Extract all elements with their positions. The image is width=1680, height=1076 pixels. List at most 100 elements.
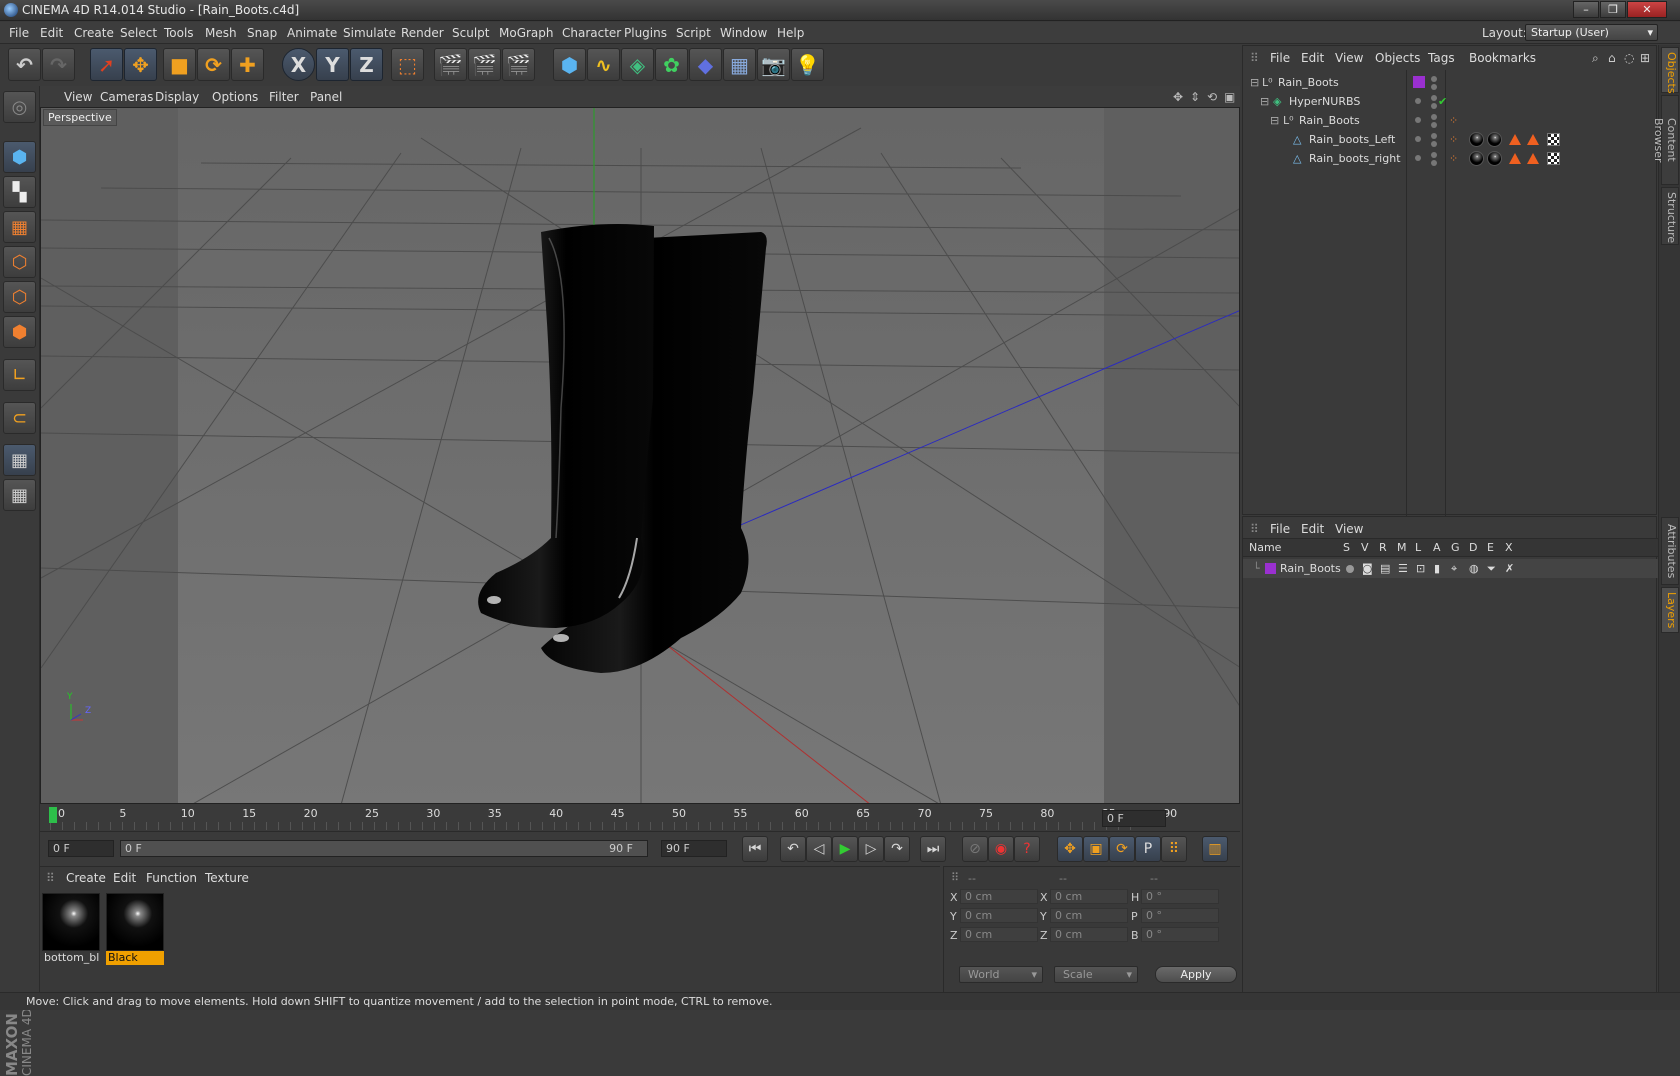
column-render[interactable]: R — [1379, 541, 1387, 554]
menu-file[interactable]: File — [9, 26, 29, 40]
snap-button[interactable]: ⊂ — [3, 402, 36, 434]
layers-menu-view[interactable]: View — [1335, 522, 1363, 536]
objects-menu-bookmarks[interactable]: Bookmarks — [1469, 51, 1536, 65]
apply-button[interactable]: Apply — [1155, 966, 1237, 983]
editor-visibility-dot[interactable] — [1431, 76, 1437, 82]
object-row-rain-boots-left[interactable]: △ Rain_boots_Left ⁘ — [1243, 130, 1658, 149]
viewport-zoom-icon[interactable]: ⇕ — [1190, 90, 1200, 104]
solo-toggle[interactable] — [1346, 565, 1354, 573]
menu-tools[interactable]: Tools — [164, 26, 194, 40]
menu-select[interactable]: Select — [120, 26, 157, 40]
phong-tag-icon[interactable]: ⁘ — [1449, 152, 1458, 165]
record-keys-button[interactable]: ⊘ — [962, 836, 988, 862]
live-selection-button[interactable]: ➚ — [90, 48, 123, 81]
material-menu-function[interactable]: Function — [146, 871, 197, 885]
timeline-playhead[interactable] — [49, 807, 57, 823]
coordinate-system-button[interactable]: ⬚ — [391, 48, 424, 81]
selection-tag-icon[interactable] — [1527, 134, 1539, 145]
key-position-button[interactable]: ✥ — [1057, 836, 1083, 862]
material-swatch[interactable]: bottom_bla — [42, 893, 100, 965]
position-field[interactable]: 0 cm — [960, 908, 1038, 923]
editor-visibility-dot[interactable] — [1415, 117, 1421, 123]
timeline-window-button[interactable]: ▥ — [1202, 836, 1228, 862]
key-rotation-button[interactable]: ⟳ — [1109, 836, 1135, 862]
tab-objects[interactable]: Objects — [1661, 47, 1679, 94]
size-field[interactable]: 0 cm — [1050, 908, 1128, 923]
editor-visibility-dot[interactable] — [1431, 152, 1437, 158]
column-manager[interactable]: M — [1397, 541, 1407, 554]
object-row-rain-boots-group[interactable]: ⊟ L⁰ Rain_Boots ⁘ — [1243, 111, 1658, 130]
next-frame-button[interactable]: ▷ — [858, 836, 884, 862]
key-scale-button[interactable]: ▣ — [1083, 836, 1109, 862]
collapse-icon[interactable]: ⊟ — [1270, 114, 1279, 127]
column-solo[interactable]: S — [1343, 541, 1350, 554]
viewport-menu-options[interactable]: Options — [212, 90, 258, 104]
editor-visibility-dot[interactable] — [1415, 98, 1421, 104]
perspective-viewport[interactable]: Perspective Y Z — [40, 107, 1240, 804]
layer-row[interactable]: └ Rain_Boots ◙ ▤ ☰ ⊡ ▮ ⌖ ◍ ⏷ ✗ — [1243, 559, 1658, 578]
uvw-tag-icon[interactable] — [1547, 133, 1560, 146]
animation-icon[interactable]: ▮ — [1434, 562, 1440, 575]
size-field[interactable]: 0 cm — [1050, 927, 1128, 942]
editor-visibility-dot[interactable] — [1431, 133, 1437, 139]
phong-tag-icon[interactable]: ⁘ — [1449, 114, 1458, 127]
layout-select[interactable]: Startup (User) ▾ — [1525, 24, 1658, 41]
object-row-rain-boots-right[interactable]: △ Rain_boots_right ⁘ — [1243, 149, 1658, 168]
viewport-menu-cameras[interactable]: Cameras — [100, 90, 153, 104]
objects-menu-file[interactable]: File — [1270, 51, 1290, 65]
render-visibility-dot[interactable] — [1431, 141, 1437, 147]
render-visibility-dot[interactable] — [1431, 103, 1437, 109]
column-xref[interactable]: X — [1505, 541, 1513, 554]
render-settings-button[interactable]: 🎬 — [502, 48, 535, 81]
make-editable-button[interactable]: ◎ — [3, 91, 36, 123]
selection-tag-icon[interactable] — [1527, 153, 1539, 164]
tab-content-browser[interactable]: Content Browser — [1652, 95, 1679, 185]
render-view-button[interactable]: 🎬 — [434, 48, 467, 81]
previous-frame-button[interactable]: ◁ — [806, 836, 832, 862]
next-key-button[interactable]: ↷ — [884, 836, 910, 862]
menu-snap[interactable]: Snap — [247, 26, 277, 40]
undo-button[interactable]: ↶ — [8, 48, 41, 81]
object-row-rain-boots[interactable]: ⊟ L⁰ Rain_Boots — [1243, 73, 1658, 92]
selection-tag-icon[interactable] — [1509, 134, 1521, 145]
polygons-mode-button[interactable]: ⬢ — [3, 316, 36, 348]
viewport-menu-view[interactable]: View — [64, 90, 92, 104]
position-field[interactable]: 0 cm — [960, 889, 1038, 904]
goto-start-button[interactable]: ⏮ — [742, 836, 768, 862]
menu-simulate[interactable]: Simulate — [343, 26, 396, 40]
edges-mode-button[interactable]: ⬡ — [3, 281, 36, 313]
material-tag-icon[interactable] — [1487, 132, 1502, 147]
phong-tag-icon[interactable]: ⁘ — [1449, 133, 1458, 146]
tab-attributes[interactable]: Attributes — [1661, 517, 1679, 585]
checkmark-icon[interactable]: ✔ — [1438, 95, 1447, 108]
viewport-menu-panel[interactable]: Panel — [310, 90, 342, 104]
editor-visibility-dot[interactable] — [1415, 136, 1421, 142]
material-tag-icon[interactable] — [1487, 151, 1502, 166]
start-frame-field[interactable]: 0 F — [48, 840, 114, 857]
column-locked[interactable]: L — [1415, 541, 1421, 554]
objects-menu-edit[interactable]: Edit — [1301, 51, 1324, 65]
view-eye-icon[interactable]: ◙ — [1362, 562, 1373, 575]
material-tag-icon[interactable] — [1469, 132, 1484, 147]
collapse-icon[interactable]: ⊟ — [1260, 95, 1269, 108]
add-nurbs-button[interactable]: ◈ — [621, 48, 654, 81]
objects-menu-objects[interactable]: Objects — [1375, 51, 1420, 65]
move-tool-button[interactable]: ✥ — [124, 48, 157, 81]
add-cube-button[interactable]: ⬢ — [553, 48, 586, 81]
add-camera-button[interactable]: 📷 — [757, 48, 790, 81]
selection-tag-icon[interactable] — [1509, 153, 1521, 164]
viewport-menu-filter[interactable]: Filter — [269, 90, 299, 104]
render-visibility-dot[interactable] — [1431, 84, 1437, 90]
frame-range-slider[interactable]: 0 F 90 F — [120, 840, 648, 857]
material-menu-create[interactable]: Create — [66, 871, 106, 885]
scale-tool-button[interactable]: ■ — [163, 48, 196, 81]
objects-menu-view[interactable]: View — [1335, 51, 1363, 65]
render-film-icon[interactable]: ▤ — [1380, 562, 1390, 575]
rotation-field[interactable]: 0 ° — [1141, 927, 1219, 942]
previous-key-button[interactable]: ↶ — [780, 836, 806, 862]
menu-edit[interactable]: Edit — [40, 26, 63, 40]
menu-script[interactable]: Script — [676, 26, 711, 40]
material-tag-icon[interactable] — [1469, 151, 1484, 166]
menu-render[interactable]: Render — [401, 26, 444, 40]
viewport-rotate-icon[interactable]: ⟲ — [1207, 90, 1217, 104]
